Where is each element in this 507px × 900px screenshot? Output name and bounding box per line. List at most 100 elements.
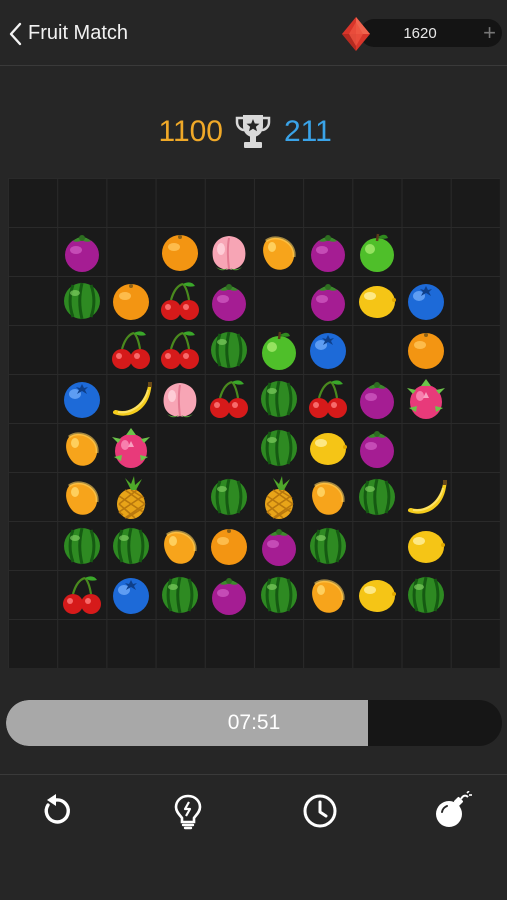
- gem-icon: [342, 17, 370, 51]
- watermelon-icon: [260, 429, 297, 466]
- orange-tile[interactable]: [108, 278, 154, 324]
- lemon-tile[interactable]: [305, 425, 351, 471]
- bottom-toolbar: [0, 774, 507, 900]
- watermelon-tile[interactable]: [206, 327, 252, 373]
- watermelon-tile[interactable]: [256, 376, 302, 422]
- mangosteen-tile[interactable]: [305, 278, 351, 324]
- score-area: 1100 211: [0, 110, 507, 156]
- apple-tile[interactable]: [256, 327, 302, 373]
- time-button[interactable]: [300, 791, 340, 831]
- watermelon-tile[interactable]: [305, 523, 351, 569]
- pineapple-tile[interactable]: [108, 474, 154, 520]
- watermelon-tile[interactable]: [256, 425, 302, 471]
- cherry-icon: [308, 379, 347, 418]
- banana-tile[interactable]: [108, 376, 154, 422]
- peach-tile[interactable]: [157, 376, 203, 422]
- mango-icon: [164, 529, 197, 564]
- pineapple-icon: [117, 475, 146, 519]
- watermelon-tile[interactable]: [59, 523, 105, 569]
- watermelon-tile[interactable]: [403, 572, 449, 618]
- watermelon-icon: [260, 380, 297, 417]
- trophy-icon: [235, 115, 271, 148]
- banana-icon: [112, 381, 152, 416]
- pineapple-tile[interactable]: [256, 474, 302, 520]
- pineapple-icon: [264, 475, 294, 519]
- back-button[interactable]: [6, 20, 28, 48]
- watermelon-tile[interactable]: [157, 572, 203, 618]
- restart-icon: [44, 794, 70, 824]
- blueberry-icon: [113, 577, 149, 614]
- apple-tile[interactable]: [354, 229, 400, 275]
- apple-icon: [261, 331, 296, 370]
- current-score: 1100: [158, 115, 223, 148]
- dragonfruit-icon: [407, 378, 446, 419]
- cherry-tile[interactable]: [157, 327, 203, 373]
- banana-tile[interactable]: [403, 474, 449, 520]
- cherry-tile[interactable]: [59, 572, 105, 618]
- bomb-button[interactable]: [432, 790, 472, 831]
- best-score: 211: [284, 115, 332, 148]
- mangosteen-icon: [212, 283, 247, 321]
- blueberry-tile[interactable]: [305, 327, 351, 373]
- watermelon-icon: [63, 527, 100, 564]
- watermelon-tile[interactable]: [354, 474, 400, 520]
- lemon-icon: [408, 530, 446, 563]
- blueberry-icon: [309, 332, 346, 369]
- mangosteen-icon: [261, 528, 296, 566]
- cherry-tile[interactable]: [206, 376, 252, 422]
- dragonfruit-tile[interactable]: [108, 425, 154, 471]
- cherry-icon: [161, 330, 200, 369]
- watermelon-tile[interactable]: [108, 523, 154, 569]
- gem-pill: 1620 +: [360, 19, 502, 47]
- banana-icon: [408, 479, 448, 514]
- watermelon-icon: [408, 576, 445, 613]
- blueberry-tile[interactable]: [403, 278, 449, 324]
- blueberry-tile[interactable]: [108, 572, 154, 618]
- orange-tile[interactable]: [206, 523, 252, 569]
- cherry-tile[interactable]: [157, 278, 203, 324]
- cherry-tile[interactable]: [108, 327, 154, 373]
- mangosteen-tile[interactable]: [206, 572, 252, 618]
- orange-tile[interactable]: [157, 229, 203, 275]
- watermelon-icon: [211, 478, 248, 515]
- mangosteen-tile[interactable]: [305, 229, 351, 275]
- peach-tile[interactable]: [206, 229, 252, 275]
- lemon-tile[interactable]: [354, 572, 400, 618]
- orange-tile[interactable]: [403, 327, 449, 373]
- peach-icon: [212, 235, 246, 270]
- mango-tile[interactable]: [305, 572, 351, 618]
- hint-button[interactable]: [168, 791, 208, 831]
- lemon-tile[interactable]: [403, 523, 449, 569]
- mangosteen-tile[interactable]: [206, 278, 252, 324]
- mango-tile[interactable]: [59, 474, 105, 520]
- mango-tile[interactable]: [305, 474, 351, 520]
- watermelon-tile[interactable]: [206, 474, 252, 520]
- mangosteen-tile[interactable]: [256, 523, 302, 569]
- orange-icon: [113, 283, 149, 320]
- cherry-icon: [112, 330, 150, 369]
- mangosteen-icon: [360, 430, 394, 468]
- watermelon-icon: [260, 576, 297, 613]
- lightbulb-icon: [174, 794, 202, 830]
- timer-bar: 07:51: [6, 700, 502, 746]
- add-gems-button[interactable]: +: [483, 20, 496, 46]
- blueberry-tile[interactable]: [59, 376, 105, 422]
- mango-tile[interactable]: [256, 229, 302, 275]
- mango-tile[interactable]: [157, 523, 203, 569]
- blueberry-icon: [408, 283, 445, 320]
- dragonfruit-tile[interactable]: [403, 376, 449, 422]
- mango-tile[interactable]: [59, 425, 105, 471]
- restart-button[interactable]: [36, 791, 76, 831]
- watermelon-tile[interactable]: [59, 278, 105, 324]
- mangosteen-icon: [310, 234, 345, 272]
- cherry-tile[interactable]: [305, 376, 351, 422]
- lemon-tile[interactable]: [354, 278, 400, 324]
- mangosteen-tile[interactable]: [354, 425, 400, 471]
- watermelon-tile[interactable]: [256, 572, 302, 618]
- mangosteen-tile[interactable]: [354, 376, 400, 422]
- orange-icon: [408, 332, 445, 369]
- lemon-icon: [359, 285, 396, 318]
- mangosteen-tile[interactable]: [59, 229, 105, 275]
- mangosteen-icon: [212, 577, 247, 615]
- peach-icon: [163, 382, 197, 417]
